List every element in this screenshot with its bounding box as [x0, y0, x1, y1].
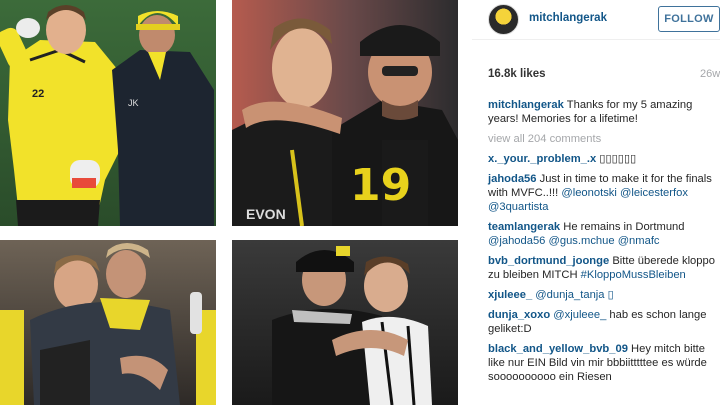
avatar[interactable]: [488, 4, 519, 35]
likes-count[interactable]: 16.8k likes: [488, 68, 546, 80]
comment-author[interactable]: black_and_yellow_bvb_09: [488, 343, 628, 355]
post-author-username[interactable]: mitchlangerak: [529, 12, 607, 24]
comment-author[interactable]: jahoda56: [488, 173, 537, 185]
comment-item: teamlangerak He remains in Dortmund @jah…: [488, 220, 716, 248]
jersey-number-22: 22: [32, 88, 45, 100]
comment-mentions[interactable]: @dunja_tanja ▯: [535, 289, 613, 301]
comment-item: jahoda56 Just in time to make it for the…: [488, 172, 716, 214]
comment-item: black_and_yellow_bvb_09 Hey mitch bitte …: [488, 342, 716, 384]
comment-text: He remains in Dortmund: [563, 221, 685, 233]
comment-author[interactable]: x._your._problem_.x: [488, 153, 596, 165]
post-time-ago[interactable]: 26w: [700, 68, 720, 80]
comment-item: xjuleee_ @dunja_tanja ▯: [488, 288, 716, 302]
comment-text: ▯▯▯▯▯▯: [599, 153, 637, 165]
comment-item: dunja_xoxo @xjuleee_ hab es schon lange …: [488, 308, 716, 336]
comment-item: bvb_dortmund_joonge Bitte überede kloppo…: [488, 254, 716, 282]
comment-author[interactable]: bvb_dortmund_joonge: [488, 255, 609, 267]
photo-tile-white-jersey-hug: [232, 240, 458, 405]
comment-item: x._your._problem_.x ▯▯▯▯▯▯: [488, 152, 716, 166]
photo-tile-embrace-19: 19 EVON: [232, 0, 458, 226]
follow-button[interactable]: FOLLOW: [658, 6, 720, 32]
photo-tile-goalkeeper-and-coach: 22 JK: [0, 0, 216, 226]
comments-list: mitchlangerak Thanks for my 5 amazing ye…: [488, 98, 716, 390]
sponsor-text: EVON: [246, 206, 286, 222]
caption: mitchlangerak Thanks for my 5 amazing ye…: [488, 98, 716, 126]
jacket-initials: JK: [128, 98, 139, 108]
comment-hashtag[interactable]: #KloppoMussBleiben: [581, 269, 686, 281]
jersey-number-19: 19: [350, 160, 412, 211]
post-header: mitchlangerak FOLLOW: [472, 0, 720, 40]
view-all-comments-link[interactable]: view all 204 comments: [488, 132, 716, 146]
comment-mentions[interactable]: @xjuleee_: [553, 309, 606, 321]
photo-tile-stadium-hug: [0, 240, 216, 405]
caption-author[interactable]: mitchlangerak: [488, 99, 564, 111]
comment-author[interactable]: xjuleee_: [488, 289, 532, 301]
post-side-panel: mitchlangerak FOLLOW 16.8k likes 26w mit…: [472, 0, 720, 405]
photo-collage[interactable]: 22 JK 19 EVON: [0, 0, 458, 405]
comment-author[interactable]: dunja_xoxo: [488, 309, 550, 321]
comment-author[interactable]: teamlangerak: [488, 221, 560, 233]
comment-mentions[interactable]: @jahoda56 @gus.mchue @nmafc: [488, 235, 660, 247]
